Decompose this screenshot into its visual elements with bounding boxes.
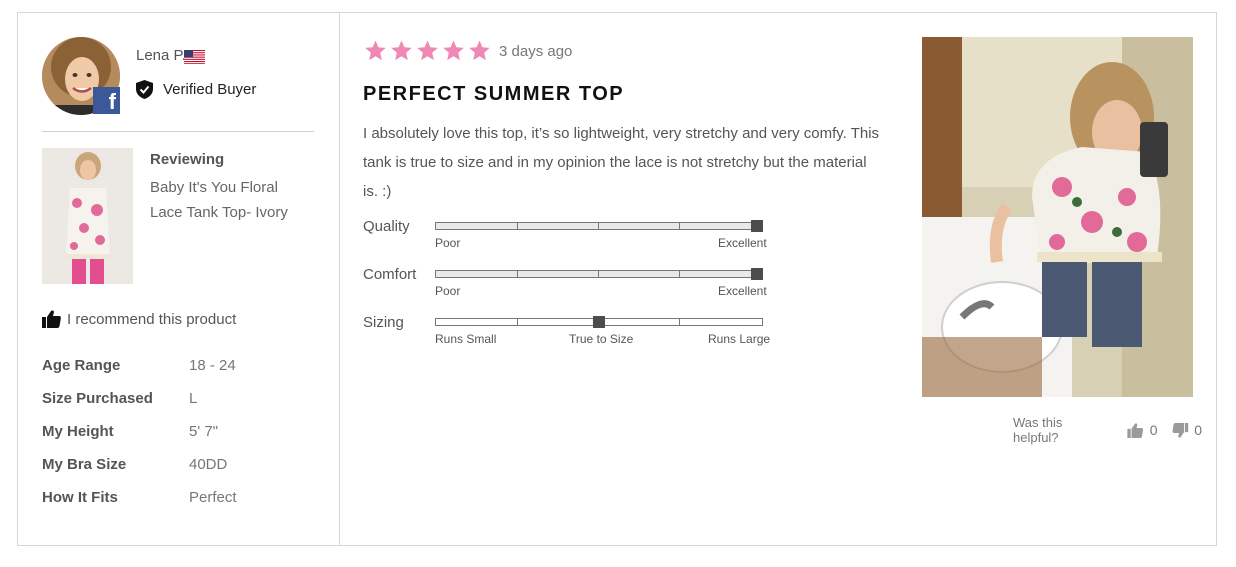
star-icon: [365, 40, 386, 61]
star-icon: [417, 40, 438, 61]
left-divider: [42, 131, 314, 132]
slider-tick: [598, 222, 599, 230]
review-photo[interactable]: [922, 37, 1193, 397]
recommend-text: I recommend this product: [67, 310, 237, 328]
attribute-label: My Bra Size: [42, 456, 127, 473]
verified-shield-icon: [136, 80, 153, 99]
slider-marker: [593, 316, 605, 328]
reviewer-name: Lena P.: [136, 47, 186, 64]
review-date: 3 days ago: [499, 43, 573, 60]
scale-high-label: Excellent: [718, 236, 767, 250]
attribute-value: 5' 7": [189, 423, 219, 440]
slider-label-comfort: Comfort: [363, 266, 417, 283]
attribute-row: Age Range 18 - 24: [42, 349, 237, 382]
us-flag-icon: [184, 50, 205, 64]
thumbs-down-vote-icon[interactable]: [1172, 422, 1189, 438]
slider-track-comfort: [435, 268, 763, 280]
attribute-label: How It Fits: [42, 489, 118, 506]
attribute-label: Size Purchased: [42, 390, 153, 407]
verified-buyer-badge: Verified Buyer: [136, 80, 256, 99]
facebook-icon: f: [93, 87, 120, 114]
helpful-question: Was this helpful?: [1013, 415, 1063, 445]
scale-low-label: Poor: [435, 236, 461, 250]
attribute-row: How It Fits Perfect: [42, 481, 237, 514]
helpful-up-count: 0: [1149, 422, 1158, 438]
product-name-link[interactable]: Baby It's You Floral Lace Tank Top- Ivor…: [150, 175, 310, 225]
star-rating: [364, 39, 491, 62]
slider-marker: [751, 220, 763, 232]
attribute-value: 40DD: [189, 456, 228, 473]
scale-high-label: Runs Large: [708, 332, 771, 346]
attribute-row: Size Purchased L: [42, 382, 237, 415]
attribute-value: L: [189, 390, 198, 407]
thumbs-up-icon: [42, 310, 61, 328]
slider-tick: [679, 270, 680, 278]
helpful-vote: Was this helpful? 0 0: [1013, 415, 1216, 445]
thumbs-up-vote-icon[interactable]: [1127, 422, 1144, 438]
attribute-row: My Height 5' 7": [42, 415, 237, 448]
attribute-row: My Bra Size 40DD: [42, 448, 237, 481]
reviewing-label: Reviewing: [150, 151, 225, 168]
column-divider: [339, 13, 340, 545]
slider-tick: [517, 270, 518, 278]
review-card: f Lena P. Verified Buyer Reviewing Baby …: [17, 12, 1217, 546]
slider-label-quality: Quality: [363, 218, 410, 235]
slider-tick: [679, 318, 680, 326]
star-icon: [443, 40, 464, 61]
attribute-value: Perfect: [189, 489, 237, 506]
attribute-value: 18 - 24: [189, 357, 236, 374]
reviewer-attributes: Age Range 18 - 24 Size Purchased L My He…: [42, 349, 237, 514]
review-title: PERFECT SUMMER TOP: [363, 83, 625, 105]
scale-high-label: Excellent: [718, 284, 767, 298]
verified-buyer-label: Verified Buyer: [163, 81, 257, 98]
slider-track-quality: [435, 220, 763, 232]
slider-marker: [751, 268, 763, 280]
attribute-label: Age Range: [42, 357, 121, 374]
slider-tick: [679, 222, 680, 230]
slider-tick: [517, 222, 518, 230]
star-icon: [469, 40, 490, 61]
scale-mid-label: True to Size: [569, 332, 634, 346]
recommend-row: I recommend this product: [42, 310, 236, 328]
slider-tick: [517, 318, 518, 326]
attribute-label: My Height: [42, 423, 114, 440]
helpful-down-count: 0: [1194, 422, 1202, 438]
slider-label-sizing: Sizing: [363, 314, 404, 331]
scale-low-label: Poor: [435, 284, 461, 298]
slider-tick: [598, 270, 599, 278]
product-thumbnail[interactable]: [42, 148, 133, 284]
scale-low-label: Runs Small: [435, 332, 497, 346]
review-body: I absolutely love this top, it’s so ligh…: [363, 125, 880, 200]
star-icon: [391, 40, 412, 61]
slider-track-sizing: [435, 316, 763, 328]
